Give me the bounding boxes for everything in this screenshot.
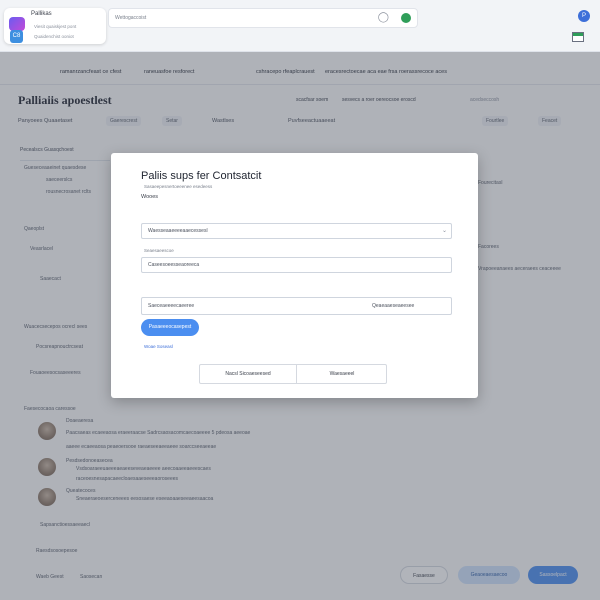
- modal-title: Paliis sups fer Contsatcit: [141, 170, 262, 182]
- modal-label: Wooes: [141, 194, 159, 200]
- app-logo-icon: [9, 17, 25, 31]
- profile-icon[interactable]: P: [578, 10, 590, 22]
- tab-title: Pallikas: [31, 11, 52, 17]
- browser-chrome: Pallikas Viesit quaiskjest pont Quaidenc…: [0, 0, 600, 52]
- address-bar[interactable]: Wettogaccoist ◯: [108, 8, 418, 28]
- site-icon[interactable]: C8: [10, 30, 23, 43]
- select-value: Waesseaaeeeeaaecessesl: [148, 228, 208, 234]
- tab-subtitle: Viesit quaiskjest pont: [34, 24, 77, 29]
- field-value: Qeaeaaeseaeesee: [372, 303, 415, 309]
- select-field[interactable]: Waesseaaeeeeaaecessesl ⌄: [141, 223, 452, 239]
- side-panel-icon[interactable]: [572, 32, 584, 42]
- contact-modal: Paliis sups fer Contsatcit Wooes Sasaeep…: [111, 153, 478, 398]
- field-label: Seaesaeescoe: [144, 248, 174, 253]
- modal-footer-buttons: Nacsl Sicoaeseesed Waesaeeel: [199, 364, 387, 384]
- modal-hint: Sasaeepesnertoeeenee esedeess: [144, 184, 213, 189]
- submit-button[interactable]: Pasaeeeocasepest: [141, 319, 199, 336]
- modal-link[interactable]: Woae Soseasl: [144, 344, 173, 349]
- tab-subtitle-2: Quaidenchist ooniot: [34, 34, 74, 39]
- text-field[interactable]: Caseesoeesseaoreeca: [141, 257, 452, 273]
- shield-icon[interactable]: ◯: [378, 13, 389, 23]
- split-field[interactable]: Saeceaeeeecaeeree Qeaeaaeseaeesee: [141, 297, 452, 315]
- chevron-down-icon: ⌄: [441, 228, 447, 234]
- footer-right-button[interactable]: Waesaeeel: [297, 365, 387, 383]
- address-text: Wettogaccoist: [115, 15, 147, 21]
- footer-left-button[interactable]: Nacsl Sicoaeseesed: [200, 365, 296, 383]
- field-value: Saeceaeeeecaeeree: [148, 303, 195, 309]
- field-value: Caseesoeesseaoreeca: [148, 262, 200, 268]
- extension-icon[interactable]: [401, 13, 411, 23]
